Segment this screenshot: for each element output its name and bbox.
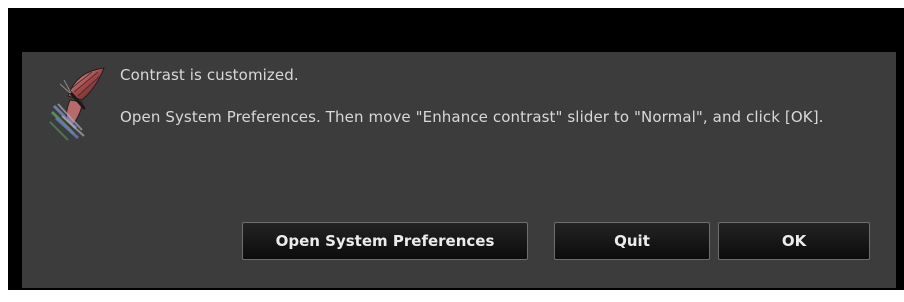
dialog-title: Contrast is customized. <box>120 66 299 84</box>
dialog-message: Open System Preferences. Then move "Enha… <box>120 108 824 126</box>
ok-button[interactable]: OK <box>718 222 870 260</box>
butterfly-app-icon <box>48 66 106 142</box>
alert-dialog: Contrast is customized. Open System Pref… <box>22 52 896 288</box>
quit-button[interactable]: Quit <box>554 222 710 260</box>
open-system-preferences-button[interactable]: Open System Preferences <box>242 222 528 260</box>
